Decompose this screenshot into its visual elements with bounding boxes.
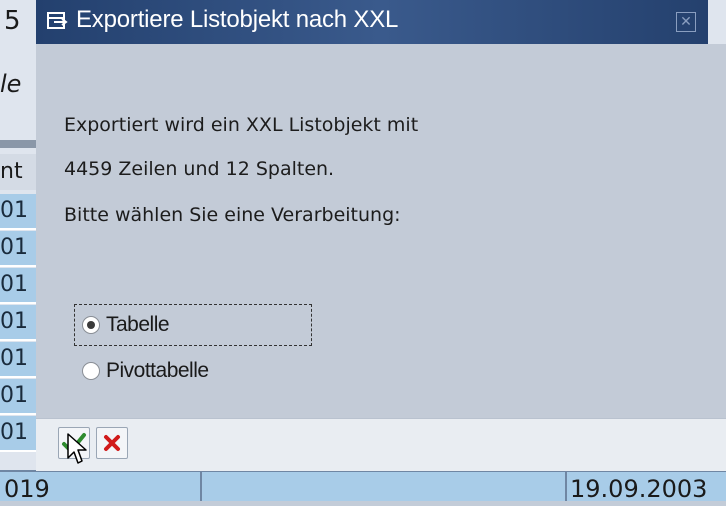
background-separator (0, 140, 40, 148)
background-row[interactable]: 01 (0, 342, 40, 378)
background-column-header: nt (0, 154, 40, 190)
cell-divider (200, 472, 202, 501)
dialog-title: Exportiere Listobjekt nach XXL (76, 6, 399, 33)
radio-button-unchecked[interactable] (82, 362, 100, 380)
message-line: Bitte wählen Sie eine Verarbeitung: (64, 204, 401, 226)
title-bar-edge (708, 0, 726, 44)
radio-button-checked[interactable] (82, 316, 100, 334)
radio-option-pivottabelle[interactable]: Pivottabelle (82, 354, 209, 388)
background-bottom-row[interactable]: 019 19.09.2003 (0, 470, 726, 503)
confirm-button[interactable] (58, 427, 90, 459)
background-row[interactable]: 01 (0, 194, 40, 230)
cancel-button[interactable] (96, 427, 128, 459)
dialog-title-bar[interactable]: Exportiere Listobjekt nach XXL ✕ (36, 0, 726, 44)
message-line: Exportiert wird ein XXL Listobjekt mit (64, 114, 419, 136)
close-icon[interactable]: ✕ (676, 12, 696, 32)
dialog-content: Exportiert wird ein XXL Listobjekt mit 4… (36, 44, 726, 418)
background-row[interactable]: 01 (0, 379, 40, 415)
background-row[interactable]: 01 (0, 268, 40, 304)
radio-label: Tabelle (106, 313, 170, 336)
message-line: 4459 Zeilen und 12 Spalten. (64, 158, 335, 180)
checkmark-icon (62, 433, 86, 453)
cell-divider (565, 472, 567, 501)
background-row[interactable]: 01 (0, 231, 40, 267)
background-fragment-top: 5 (4, 6, 21, 36)
dialog-footer (36, 418, 726, 471)
cancel-x-icon (104, 435, 120, 451)
background-row[interactable]: 01 (0, 416, 40, 452)
export-dialog: Exportiere Listobjekt nach XXL ✕ Exporti… (36, 0, 726, 471)
background-date-cell: 19.09.2003 (570, 475, 708, 503)
radio-label: Pivottabelle (106, 359, 209, 382)
radio-option-tabelle[interactable]: Tabelle (82, 308, 170, 342)
background-fragment-italic: le (0, 70, 22, 98)
background-bottom-cell: 019 (4, 475, 50, 503)
window-icon (47, 12, 68, 29)
background-row[interactable]: 01 (0, 305, 40, 341)
